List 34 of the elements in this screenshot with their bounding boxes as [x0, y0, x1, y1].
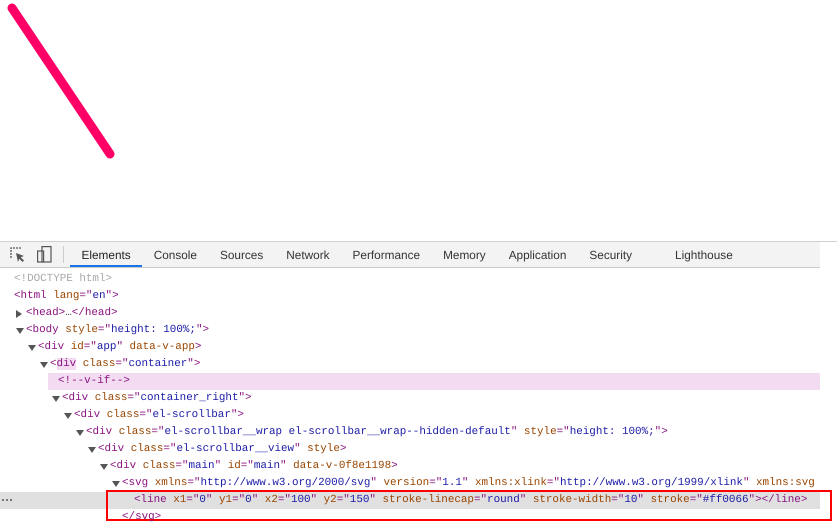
device-icon[interactable] [37, 246, 52, 263]
element-markup[interactable]: <div id="app" data-v-app> [38, 339, 202, 356]
expanded-arrow-icon[interactable] [64, 412, 72, 418]
element-markup[interactable]: <head>…</head> [26, 305, 118, 322]
tab[interactable]: Performance [341, 242, 432, 267]
tab[interactable]: Application [497, 242, 578, 267]
hovered-row[interactable]: <!--v-if--> [48, 373, 820, 390]
element-markup[interactable]: <div class="main" id="main" data-v-0f8e1198> [110, 458, 398, 475]
element-markup[interactable]: <line x1="0" y1="0" x2="100" y2="150" stroke-linecap="round" stroke-width="10" stroke="#ff0066"></line> [134, 492, 808, 509]
element-markup[interactable]: <html lang="en"> [14, 288, 119, 305]
tab[interactable]: Network [274, 242, 342, 267]
expanded-arrow-icon[interactable] [28, 344, 36, 350]
expanded-arrow-icon[interactable] [16, 328, 24, 334]
element-markup[interactable]: <div class="el-scrollbar"> [74, 407, 244, 424]
tab[interactable]: Sources [208, 242, 275, 267]
element-markup[interactable]: <svg xmlns="http://www.w3.org/2000/svg" version="1.1" xmlns:xlink="http://www.w3.org/1999/xlink" xmlns:svg [122, 475, 815, 492]
selected-row[interactable]: <line x1="0" y1="0" x2="100" y2="150" stroke-linecap="round" stroke-width="10" stroke="#ff0066"></line> [0, 492, 820, 509]
tab[interactable]: Console [142, 242, 208, 267]
tab[interactable]: Lighthouse [664, 242, 744, 267]
inspect-icon[interactable] [10, 247, 25, 262]
element-markup[interactable]: <div class="el-scrollbar__wrap el-scrollbar__wrap--hidden-default" style="height: 100%;"> [86, 424, 668, 441]
collapsed-arrow-icon[interactable] [16, 310, 22, 318]
element-markup[interactable]: <div class="el-scrollbar__view" style> [98, 441, 346, 458]
expanded-arrow-icon[interactable] [88, 446, 96, 452]
expanded-arrow-icon[interactable] [52, 396, 60, 402]
expanded-arrow-icon[interactable] [76, 430, 84, 436]
element-markup[interactable]: <div class="container_right"> [62, 390, 252, 407]
tab[interactable]: Memory [432, 242, 498, 267]
element-markup[interactable]: <body style="height: 100%;"> [26, 322, 210, 339]
tab[interactable]: Elements [70, 242, 142, 267]
element-markup[interactable]: <!--v-if--> [58, 373, 130, 390]
tab[interactable]: Security [578, 242, 644, 267]
expanded-arrow-icon[interactable] [100, 464, 108, 470]
element-markup[interactable]: <div class="container"> [50, 356, 200, 373]
